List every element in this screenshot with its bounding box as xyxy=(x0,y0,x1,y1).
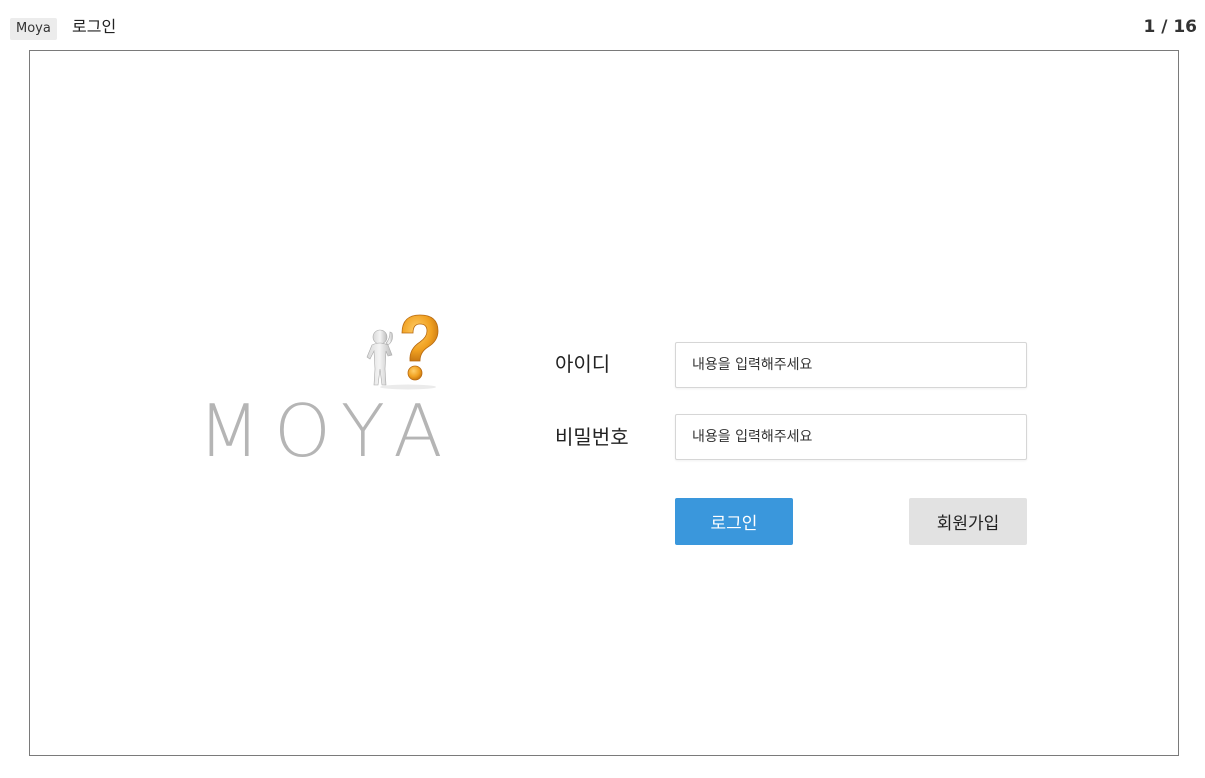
login-screen-frame: MOYA 아이디 비밀번호 로그인 회원가입 xyxy=(29,50,1179,756)
signup-button[interactable]: 회원가입 xyxy=(909,498,1027,545)
id-input[interactable] xyxy=(675,342,1027,388)
moya-logo: MOYA xyxy=(198,311,458,471)
page-counter: 1 / 16 xyxy=(1143,17,1197,37)
top-bar: Moya 로그인 1 / 16 xyxy=(0,0,1205,50)
login-button[interactable]: 로그인 xyxy=(675,498,793,545)
id-label: 아이디 xyxy=(555,352,611,376)
screen-title: 로그인 xyxy=(72,17,117,36)
logo-wordmark: MOYA xyxy=(198,389,457,473)
person-question-mark-icon xyxy=(366,314,439,390)
password-label: 비밀번호 xyxy=(555,425,629,449)
password-input[interactable] xyxy=(675,414,1027,460)
app-name-badge: Moya xyxy=(10,18,57,40)
